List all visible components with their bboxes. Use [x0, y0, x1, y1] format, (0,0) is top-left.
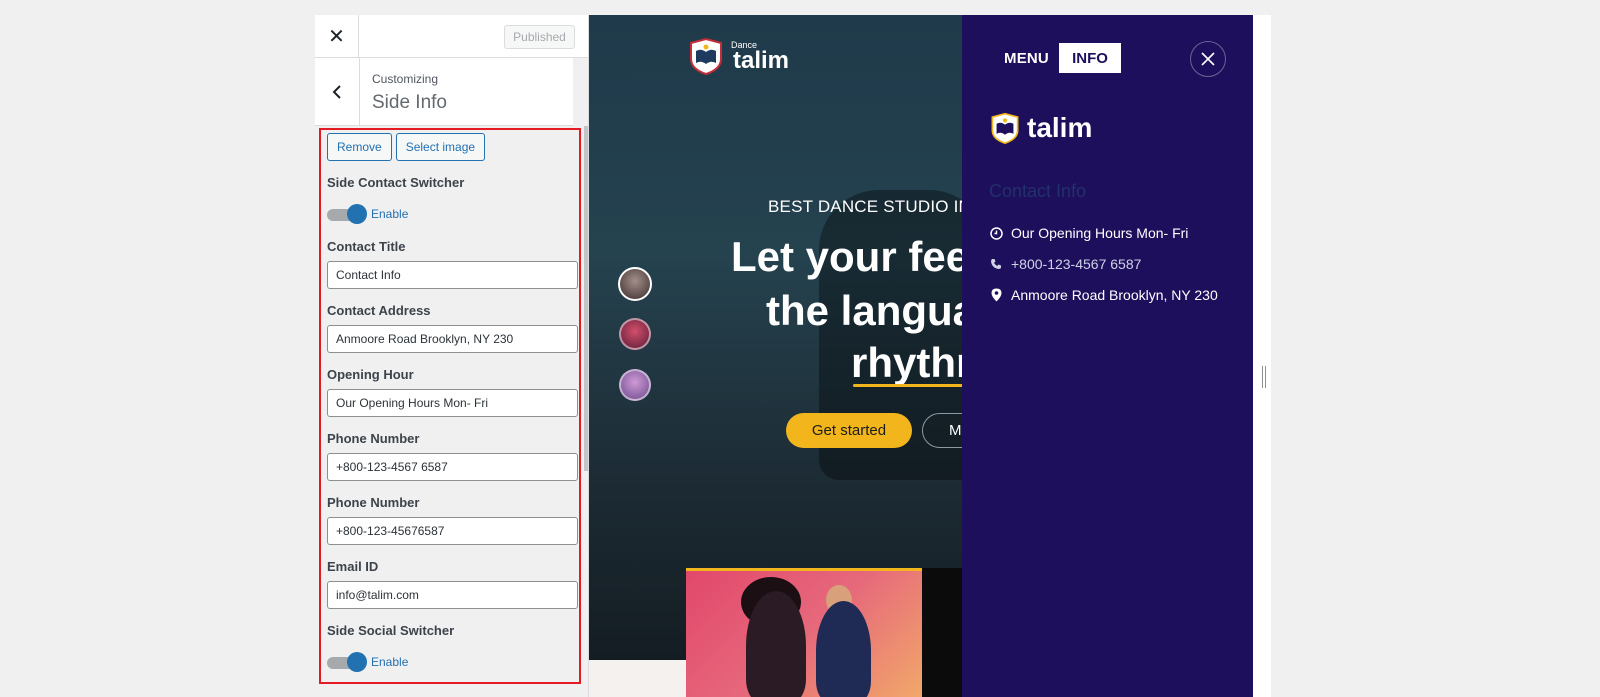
back-chevron-icon: [332, 85, 341, 99]
talim-logo-icon: [690, 37, 722, 75]
location-pin-icon: [989, 288, 1003, 302]
dancer-figure-2: [816, 601, 871, 697]
slider-thumb-1[interactable]: [618, 267, 652, 301]
site-logo-text: talim: [733, 47, 790, 74]
slider-thumb-2[interactable]: [619, 318, 651, 350]
opening-hours-row: Our Opening Hours Mon- Fri: [989, 225, 1188, 241]
dancers-photo: [686, 568, 922, 697]
hero-underline: [853, 384, 973, 387]
get-started-button[interactable]: Get started: [786, 413, 912, 448]
clock-icon: [989, 226, 1003, 240]
opening-hours-text: Our Opening Hours Mon- Fri: [1011, 225, 1189, 241]
side-info-controls: Remove Select image Side Contact Switche…: [319, 128, 581, 684]
social-toggle-text: Enable: [371, 655, 409, 669]
address-row: Anmoore Road Brooklyn, NY 230: [989, 287, 1218, 303]
address-text: Anmoore Road Brooklyn, NY 230: [1011, 287, 1218, 303]
side-contact-switcher-label: Side Contact Switcher: [327, 175, 465, 190]
dark-photo-edge: [922, 568, 962, 697]
customizer-panel: ✕ Published Customizing Side Info Remove…: [315, 15, 589, 697]
customizing-label: Customizing: [372, 72, 439, 86]
site-logo[interactable]: Dance talim: [687, 37, 789, 75]
close-customizer-button[interactable]: ✕: [315, 15, 359, 58]
close-icon: ✕: [328, 26, 345, 48]
contact-address-input[interactable]: Anmoore Road Brooklyn, NY 230: [327, 325, 578, 353]
select-image-button[interactable]: Select image: [395, 133, 486, 161]
side-contact-switcher[interactable]: Enable: [327, 203, 573, 225]
phone-row[interactable]: +800-123-4567 6587: [989, 256, 1141, 272]
hero-headline-line-3: rhythr: [851, 339, 973, 386]
phone-number-input[interactable]: +800-123-4567 6587: [327, 453, 578, 481]
tab-menu[interactable]: MENU: [1004, 50, 1049, 67]
dancer-figure-1: [746, 591, 806, 697]
opening-hour-input[interactable]: Our Opening Hours Mon- Fri: [327, 389, 578, 417]
close-icon: [1201, 52, 1215, 66]
social-toggle[interactable]: [327, 652, 367, 672]
customizer-header: ✕ Published: [315, 15, 588, 58]
tab-info[interactable]: INFO: [1059, 43, 1121, 73]
image-buttons: Remove Select image: [327, 133, 573, 161]
content-strip: [589, 660, 689, 697]
customizer-scrollbar[interactable]: [584, 126, 588, 471]
contact-toggle-text: Enable: [371, 207, 409, 221]
remove-image-button[interactable]: Remove: [327, 133, 392, 161]
phone-number-label-2: Phone Number: [327, 495, 420, 510]
preview-scroll-edge: [1253, 15, 1271, 697]
phone-text: +800-123-4567 6587: [1011, 256, 1142, 272]
side-info-panel: MENU INFO talim Contact Info Our Opening…: [962, 15, 1253, 697]
phone-number-label: Phone Number: [327, 431, 420, 446]
contact-title-label: Contact Title: [327, 239, 406, 254]
published-button[interactable]: Published: [504, 25, 575, 49]
contact-info-title: Contact Info: [989, 181, 1087, 201]
section-title: Side Info: [372, 92, 447, 113]
email-label: Email ID: [327, 559, 379, 574]
contact-address-label: Contact Address: [327, 303, 431, 318]
contact-toggle[interactable]: [327, 204, 367, 224]
hero-subtitle: BEST DANCE STUDIO IN: [768, 197, 971, 216]
hero-headline-line-1: Let your fee: [731, 233, 970, 280]
phone-number-input-2[interactable]: +800-123-45676587: [327, 517, 578, 545]
section-header: Customizing Side Info: [315, 58, 573, 126]
phone-icon: [989, 257, 1003, 271]
close-panel-button[interactable]: [1190, 41, 1226, 77]
slider-thumb-3[interactable]: [619, 369, 651, 401]
talim-logo-icon: [991, 112, 1019, 145]
hero-headline-line-2: the langua: [766, 287, 977, 334]
opening-hour-label: Opening Hour: [327, 367, 414, 382]
side-social-switcher-label: Side Social Switcher: [327, 623, 455, 638]
panel-logo-text: talim: [1027, 112, 1093, 143]
site-logo-small-text: Dance: [731, 40, 758, 50]
back-button[interactable]: [315, 58, 360, 126]
side-social-switcher[interactable]: Enable: [327, 651, 573, 673]
contact-title-input[interactable]: Contact Info: [327, 261, 578, 289]
resize-handle[interactable]: [1262, 366, 1266, 388]
panel-logo[interactable]: talim: [989, 111, 1092, 145]
email-input[interactable]: info@talim.com: [327, 581, 578, 609]
